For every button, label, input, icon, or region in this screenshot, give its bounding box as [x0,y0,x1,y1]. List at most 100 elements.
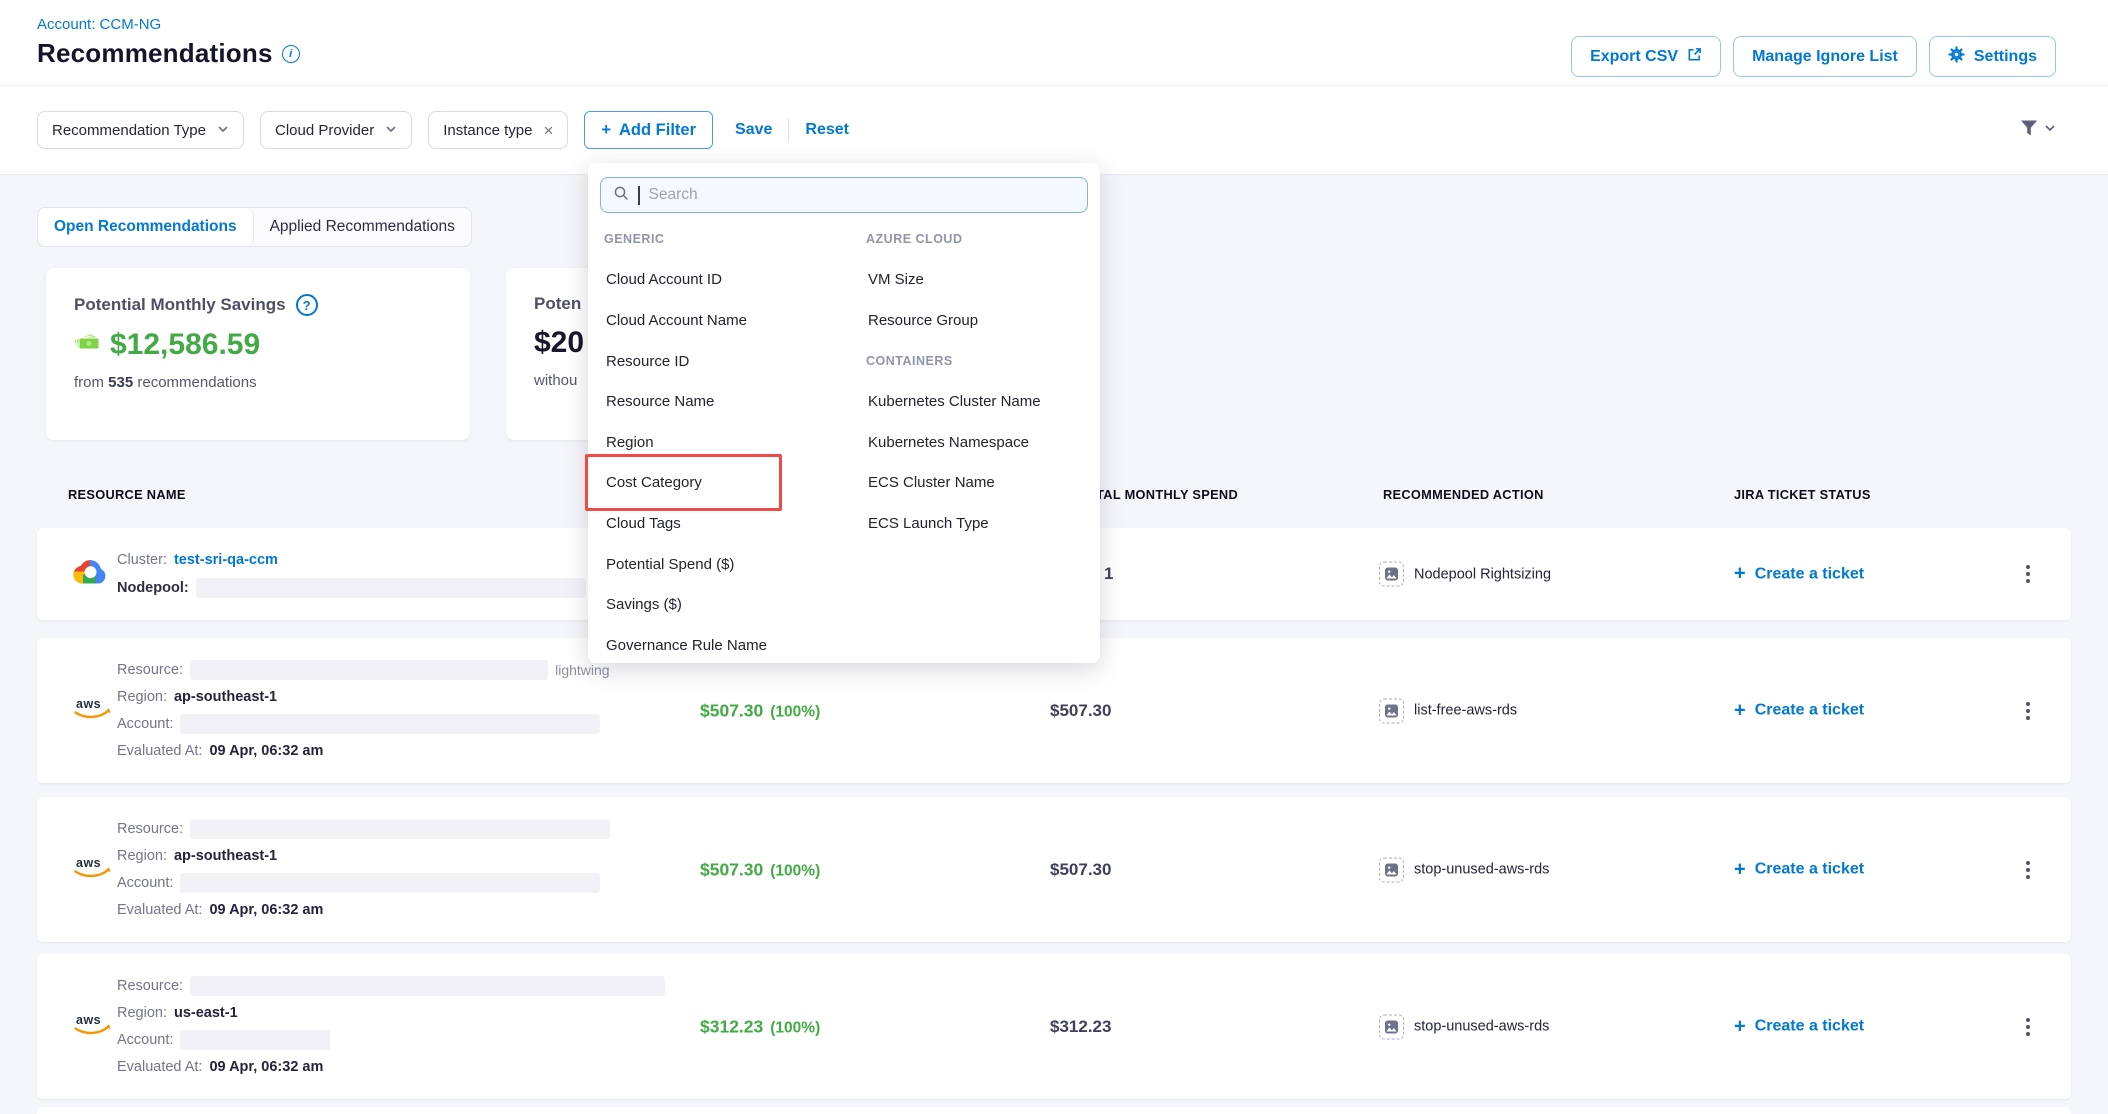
search-input[interactable]: Search [600,177,1088,213]
remove-filter-icon[interactable]: × [543,122,553,139]
savings-percent: (100%) [770,862,820,879]
filter-option-ecs-cluster-name[interactable]: ECS Cluster Name [866,463,1092,504]
recommended-action-label: list-free-aws-rds [1414,703,1517,719]
filter-option-resource-group[interactable]: Resource Group [866,300,1092,341]
add-filter-label: Add Filter [619,121,696,140]
total-monthly-spend-value: $507.30 [1050,701,1111,721]
resource-details: Resource: lightwing Region: ap-southeast-1A… [117,657,610,765]
field-label: Account: [117,875,173,891]
help-icon[interactable]: ? [296,294,318,316]
recommended-action-label: Nodepool Rightsizing [1414,566,1551,582]
gcp-logo-icon [73,557,107,591]
svg-text:aws: aws [76,697,101,711]
column-header-total-monthly-spend: TOTAL MONTHLY SPEND [1078,487,1238,502]
monthly-savings-value: $507.30(100%) [700,700,820,721]
tab-applied-recommendations[interactable]: Applied Recommendations [254,208,471,246]
row-overflow-menu-icon[interactable] [2020,1010,2036,1044]
recommendation-row[interactable]: awsResource:Region:us-east-1Account:Eval… [37,954,2071,1099]
filter-option-governance-rule-name[interactable]: Governance Rule Name [604,625,854,666]
filter-menu-button[interactable] [2019,119,2056,142]
recommended-action: Nodepool Rightsizing [1379,562,1551,587]
savings-percent: (100%) [770,1019,820,1036]
redacted-value [180,714,600,734]
money-icon [74,328,102,362]
field-label: Nodepool: [117,580,189,596]
create-ticket-button[interactable]: +Create a ticket [1734,563,1864,586]
column-header-resource-name: RESOURCE NAME [68,487,186,502]
settings-button[interactable]: Settings [1929,36,2056,77]
filter-option-resource-id[interactable]: Resource ID [604,341,854,382]
filter-option-ecs-launch-type[interactable]: ECS Launch Type [866,503,1092,544]
filter-option-potential-spend[interactable]: Potential Spend ($) [604,544,854,585]
action-image-placeholder-icon [1379,698,1404,723]
plus-icon: + [1734,563,1746,586]
filter-chip-instance-type[interactable]: Instance type × [428,111,568,149]
savings-card-title: Potential Monthly Savings [74,295,286,315]
create-ticket-button[interactable]: +Create a ticket [1734,699,1864,722]
resource-link[interactable]: test-sri-qa-ccm [174,552,278,568]
manage-ignore-list-button[interactable]: Manage Ignore List [1733,36,1917,77]
recommended-action: stop-unused-aws-rds [1379,1014,1549,1039]
filter-option-cloud-account-name[interactable]: Cloud Account Name [604,300,854,341]
partial-text: lightwing [555,662,609,678]
filter-option-savings[interactable]: Savings ($) [604,584,854,625]
breadcrumb-account-link[interactable]: Account: CCM-NG [37,16,161,33]
redacted-value [190,660,548,680]
plus-icon: + [1734,858,1746,881]
tab-open-recommendations[interactable]: Open Recommendations [38,208,254,246]
resource-line: Region: ap-southeast-1 [117,684,610,711]
filter-chip-label: Instance type [443,122,532,139]
field-label: Evaluated At: [117,1059,202,1075]
field-label: Resource: [117,821,183,837]
dropdown-column-left: GENERICCloud Account IDCloud Account Nam… [604,219,854,666]
text-caret [638,186,640,205]
recommended-action-label: stop-unused-aws-rds [1414,1019,1549,1035]
field-label: Resource: [117,978,183,994]
recommendation-row[interactable]: awsResource:Region:ap-southeast-1Account… [37,797,2071,942]
reset-filter-button[interactable]: Reset [805,121,849,139]
filter-option-resource-name[interactable]: Resource Name [604,381,854,422]
export-csv-button[interactable]: Export CSV [1571,36,1721,77]
manage-ignore-list-label: Manage Ignore List [1752,48,1898,66]
field-value: 09 Apr, 06:32 am [209,1059,323,1075]
header-actions: Export CSV Manage Ignore List Settings [1571,36,2056,77]
add-filter-button[interactable]: + Add Filter [584,111,713,149]
potential-savings-card: Potential Monthly Savings ? $12,586.59 f… [46,268,470,440]
row-overflow-menu-icon[interactable] [2020,694,2036,728]
savings-amount: $507.30 [700,859,763,879]
filter-chip-cloud-provider[interactable]: Cloud Provider [260,111,412,149]
resource-line: Evaluated At:09 Apr, 06:32 am [117,738,610,765]
row-overflow-menu-icon[interactable] [2020,853,2036,887]
resource-line: Account: [117,1027,665,1054]
plus-icon: + [601,121,611,140]
aws-logo-icon: aws [73,695,113,727]
field-value: ap-southeast-1 [174,689,277,705]
filter-option-kubernetes-namespace[interactable]: Kubernetes Namespace [866,422,1092,463]
create-ticket-button[interactable]: +Create a ticket [1734,1015,1864,1038]
total-monthly-spend-value: 1 [1104,564,1113,584]
filter-option-cloud-account-id[interactable]: Cloud Account ID [604,260,854,301]
filter-chip-recommendation-type[interactable]: Recommendation Type [37,111,244,149]
save-filter-button[interactable]: Save [735,121,772,139]
row-overflow-menu-icon[interactable] [2020,557,2036,591]
monthly-savings-value: $312.23(100%) [700,1016,820,1037]
filter-option-kubernetes-cluster-name[interactable]: Kubernetes Cluster Name [866,381,1092,422]
field-label: Account: [117,716,173,732]
next-row-edge [37,1107,2071,1114]
chevron-down-icon [217,122,229,139]
resource-line: Account: [117,870,610,897]
resource-line: Evaluated At:09 Apr, 06:32 am [117,897,610,924]
create-ticket-button[interactable]: +Create a ticket [1734,858,1864,881]
field-label: Resource: [117,662,183,678]
resource-line: Region:ap-southeast-1 [117,843,610,870]
create-ticket-label: Create a ticket [1755,1018,1864,1036]
column-header-jira-ticket-status: JIRA TICKET STATUS [1734,487,1871,502]
field-label: Region: [117,689,167,705]
dropdown-section-heading: AZURE CLOUD [866,219,1092,260]
external-link-icon [1687,47,1702,67]
filter-chips: Recommendation Type Cloud Provider Instanc… [37,111,568,149]
info-icon[interactable]: i [282,45,300,63]
filter-option-vm-size[interactable]: VM Size [866,260,1092,301]
dropdown-section-heading: GENERIC [604,219,854,260]
field-value: 09 Apr, 06:32 am [209,902,323,918]
